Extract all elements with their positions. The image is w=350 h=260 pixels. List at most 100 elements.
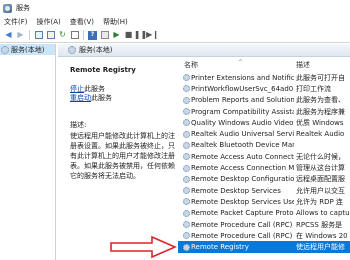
window-title: 服务 (16, 4, 30, 12)
console-tree: 服务(本地) (0, 44, 56, 260)
gear-icon (183, 153, 190, 161)
start-icon[interactable]: ▶ (111, 30, 122, 41)
service-row[interactable]: Remote Desktop Services 允许用户以交互 (178, 185, 350, 196)
gear-icon (183, 74, 190, 82)
service-name-cell: Printer Extensions and Notificat... (178, 74, 294, 82)
help-icon[interactable]: ? (87, 30, 98, 41)
service-name: Remote Desktop Services (191, 186, 281, 195)
service-description-cell: 此服务可打开自 (296, 73, 345, 82)
refresh-icon[interactable]: ↻ (57, 30, 68, 41)
stop-service-link[interactable]: 停止 (70, 85, 84, 93)
service-name-cell: Quality Windows Audio Video ... (178, 119, 294, 127)
service-description-cell: 远程桌面配置服 (296, 175, 345, 184)
service-name: Remote Registry (191, 243, 249, 252)
service-description-cell: 无论什么时候， (296, 152, 345, 161)
menu-help[interactable]: 帮助(H) (103, 17, 128, 27)
service-description-cell: 管理从这台计算 (296, 164, 345, 173)
service-name-cell: Remote Desktop Configuration (178, 175, 294, 183)
service-name: Remote Packet Capture Protoc... (191, 209, 294, 218)
arrow-right-icon[interactable]: ▶ (15, 30, 26, 41)
stop-service-suffix: 此服务 (84, 85, 105, 93)
toolbar-divider (29, 30, 30, 40)
column-header-description[interactable]: 描述 (294, 60, 350, 70)
service-name: Realtek Audio Universal Service (191, 130, 294, 139)
service-row[interactable]: Realtek Audio Universal Service Realtek A… (178, 128, 350, 139)
service-name: Printer Extensions and Notificat... (191, 73, 294, 82)
service-name-cell: Remote Packet Capture Protoc... (178, 209, 294, 217)
service-row[interactable]: Remote Procedure Call (RPC) RPCSS 服务是 (178, 219, 350, 230)
service-name: Remote Access Connection Ma... (191, 164, 294, 173)
service-row[interactable]: Remote Registry 使远程用户能修 (178, 241, 350, 253)
service-name: Remote Procedure Call (RPC) (191, 220, 293, 229)
restart-service-action: 重启动此服务 (70, 94, 176, 103)
menu-file[interactable]: 文件(F) (4, 17, 28, 27)
pane-header: 服务(本地) (58, 44, 350, 57)
service-description-cell: 优质 Windows (296, 118, 344, 127)
pause-icon[interactable]: ❚❚ (134, 30, 147, 41)
service-name-cell: Remote Desktop Services (178, 187, 294, 195)
service-description-cell: Realtek Audio (296, 130, 345, 139)
menu-action[interactable]: 操作(A) (37, 17, 61, 27)
title-bar: 服务 (0, 0, 350, 16)
service-row[interactable]: Quality Windows Audio Video ... 优质 Window… (178, 117, 350, 128)
gear-icon (183, 119, 190, 127)
service-description-cell: Allows to captu (296, 209, 350, 218)
service-row[interactable]: Remote Packet Capture Protoc... Allows to… (178, 208, 350, 219)
main-pane: 服务(本地) Remote Registry 停止此服务 重启动此服务 描述: … (58, 44, 350, 260)
service-row[interactable]: Remote Desktop Services User... 允许为 RDP 连 (178, 196, 350, 207)
service-name: Program Compatibility Assistan... (191, 107, 294, 116)
service-row[interactable]: Remote Access Connection Ma... 管理从这台计算 (178, 162, 350, 173)
menu-view[interactable]: 查看(V) (70, 17, 94, 27)
service-description-cell: 允许为 RDP 连 (296, 197, 343, 206)
service-description-cell: RPCSS 服务是 (296, 220, 343, 229)
gear-icon (183, 209, 190, 217)
service-name-cell: PrintWorkflowUserSvc_64ad0 (178, 85, 294, 93)
service-row[interactable]: Realtek Bluetooth Device Mana... (178, 140, 350, 151)
service-name-cell: Realtek Audio Universal Service (178, 130, 294, 138)
service-description-cell: 此服务为程序兼 (296, 107, 345, 116)
export-icon[interactable] (69, 30, 80, 41)
restart-icon[interactable]: ▶❙ (146, 30, 159, 41)
toolbar: ◀ ▶ ↻ ? ▶ ■ ❚❚ ▶❙ (0, 28, 350, 43)
console-tree-icon[interactable] (33, 30, 44, 41)
properties-icon[interactable] (45, 30, 56, 41)
gear-icon (1, 45, 9, 54)
service-row[interactable]: Remote Access Auto Connectio...无论什么时候， (178, 151, 350, 162)
pane-title: 服务(本地) (79, 46, 113, 54)
service-row[interactable]: Problem Reports and Solutions... 此服务为查看、 (178, 95, 350, 106)
restart-service-link[interactable]: 重启动 (70, 94, 91, 102)
tree-item-label: 服务(本地) (11, 45, 45, 54)
service-row[interactable]: Program Compatibility Assistan...此服务为程序兼 (178, 106, 350, 117)
gear-icon (183, 130, 190, 138)
service-name: Remote Desktop Configuration (191, 175, 294, 184)
services-app-icon (3, 3, 12, 13)
service-description-cell: 使远程用户能修 (296, 243, 345, 252)
service-rows: Printer Extensions and Notificat...此服务可打… (178, 72, 350, 253)
gear-icon (68, 46, 76, 54)
service-row[interactable]: Remote Desktop Configuration 远程桌面配置服 (178, 174, 350, 185)
tree-item-services-local[interactable]: 服务(本地) (0, 44, 55, 55)
gear-icon (183, 108, 190, 116)
gear-icon (183, 141, 190, 149)
service-row[interactable]: Printer Extensions and Notificat...此服务可打… (178, 72, 350, 83)
toolbar-divider (83, 30, 84, 40)
selected-service-name: Remote Registry (70, 66, 136, 74)
stop-icon[interactable]: ■ (123, 30, 134, 41)
service-name-cell: Remote Registry (178, 243, 294, 251)
column-header-name[interactable]: 名称 (178, 60, 294, 70)
arrow-left-icon[interactable]: ◀ (3, 30, 14, 41)
service-description: 使远程用户能修改此计算机上的注册表设置。如果此服务被终止，只有此计算机上的用户才… (70, 132, 175, 180)
service-name-cell: Remote Desktop Services User... (178, 198, 294, 206)
sort-ascending-icon: ^ (238, 59, 244, 66)
stop-service-action: 停止此服务 (70, 85, 176, 94)
service-name: Problem Reports and Solutions... (191, 96, 294, 105)
service-name-cell: Remote Access Auto Connectio... (178, 153, 294, 161)
gear-icon (183, 96, 190, 104)
view-icon[interactable] (99, 30, 110, 41)
service-row[interactable]: Remote Procedure Call (RPC) L... 在 Window… (178, 230, 350, 241)
service-row[interactable]: PrintWorkflowUserSvc_64ad0 打印工作流 (178, 83, 350, 94)
service-name-cell: Remote Access Connection Ma... (178, 164, 294, 172)
service-name-cell: Program Compatibility Assistan... (178, 108, 294, 116)
gear-icon (183, 164, 190, 172)
service-description-cell: 允许用户以交互 (296, 186, 345, 195)
